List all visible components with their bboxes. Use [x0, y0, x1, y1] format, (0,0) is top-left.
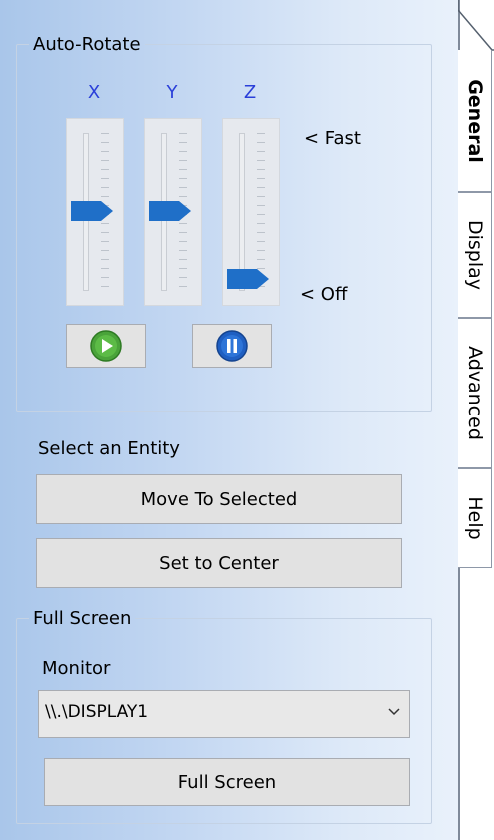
- tab-help[interactable]: Help: [458, 468, 492, 568]
- axis-label-z: Z: [243, 82, 257, 103]
- tab-display-label: Display: [463, 219, 486, 291]
- fast-label: < Fast: [304, 128, 361, 149]
- move-to-selected-button[interactable]: Move To Selected: [36, 474, 402, 524]
- slider-thumb-z[interactable]: [227, 269, 269, 289]
- tab-display[interactable]: Display: [458, 192, 492, 318]
- select-entity-label: Select an Entity: [38, 438, 180, 459]
- monitor-select-value: \\.\DISPLAY1: [45, 702, 149, 722]
- tab-strip: General Display Advanced Help: [458, 0, 494, 840]
- full-screen-title: Full Screen: [33, 608, 132, 629]
- chevron-down-icon: [388, 708, 400, 716]
- pause-icon: [216, 330, 248, 362]
- slider-groove: [239, 133, 245, 291]
- slider-z[interactable]: [222, 118, 280, 306]
- tab-help-label: Help: [463, 496, 486, 540]
- tab-advanced-label: Advanced: [463, 346, 486, 440]
- play-button[interactable]: [66, 324, 146, 368]
- tab-general-label: General: [463, 78, 486, 163]
- set-to-center-button[interactable]: Set to Center: [36, 538, 402, 588]
- slider-x[interactable]: [66, 118, 124, 306]
- auto-rotate-title: Auto-Rotate: [33, 34, 141, 55]
- play-icon: [90, 330, 122, 362]
- settings-panel: Auto-Rotate X Y Z < Fast < Off Select an…: [0, 0, 458, 840]
- monitor-label: Monitor: [42, 658, 111, 679]
- slider-y[interactable]: [144, 118, 202, 306]
- axis-label-x: X: [87, 82, 101, 103]
- off-label: < Off: [300, 284, 348, 305]
- tab-general[interactable]: General: [458, 50, 492, 192]
- tab-advanced[interactable]: Advanced: [458, 318, 492, 468]
- monitor-select[interactable]: \\.\DISPLAY1: [38, 690, 410, 738]
- full-screen-button[interactable]: Full Screen: [44, 758, 410, 806]
- slider-thumb-x[interactable]: [71, 201, 113, 221]
- pause-button[interactable]: [192, 324, 272, 368]
- slider-thumb-y[interactable]: [149, 201, 191, 221]
- axis-label-y: Y: [166, 82, 178, 103]
